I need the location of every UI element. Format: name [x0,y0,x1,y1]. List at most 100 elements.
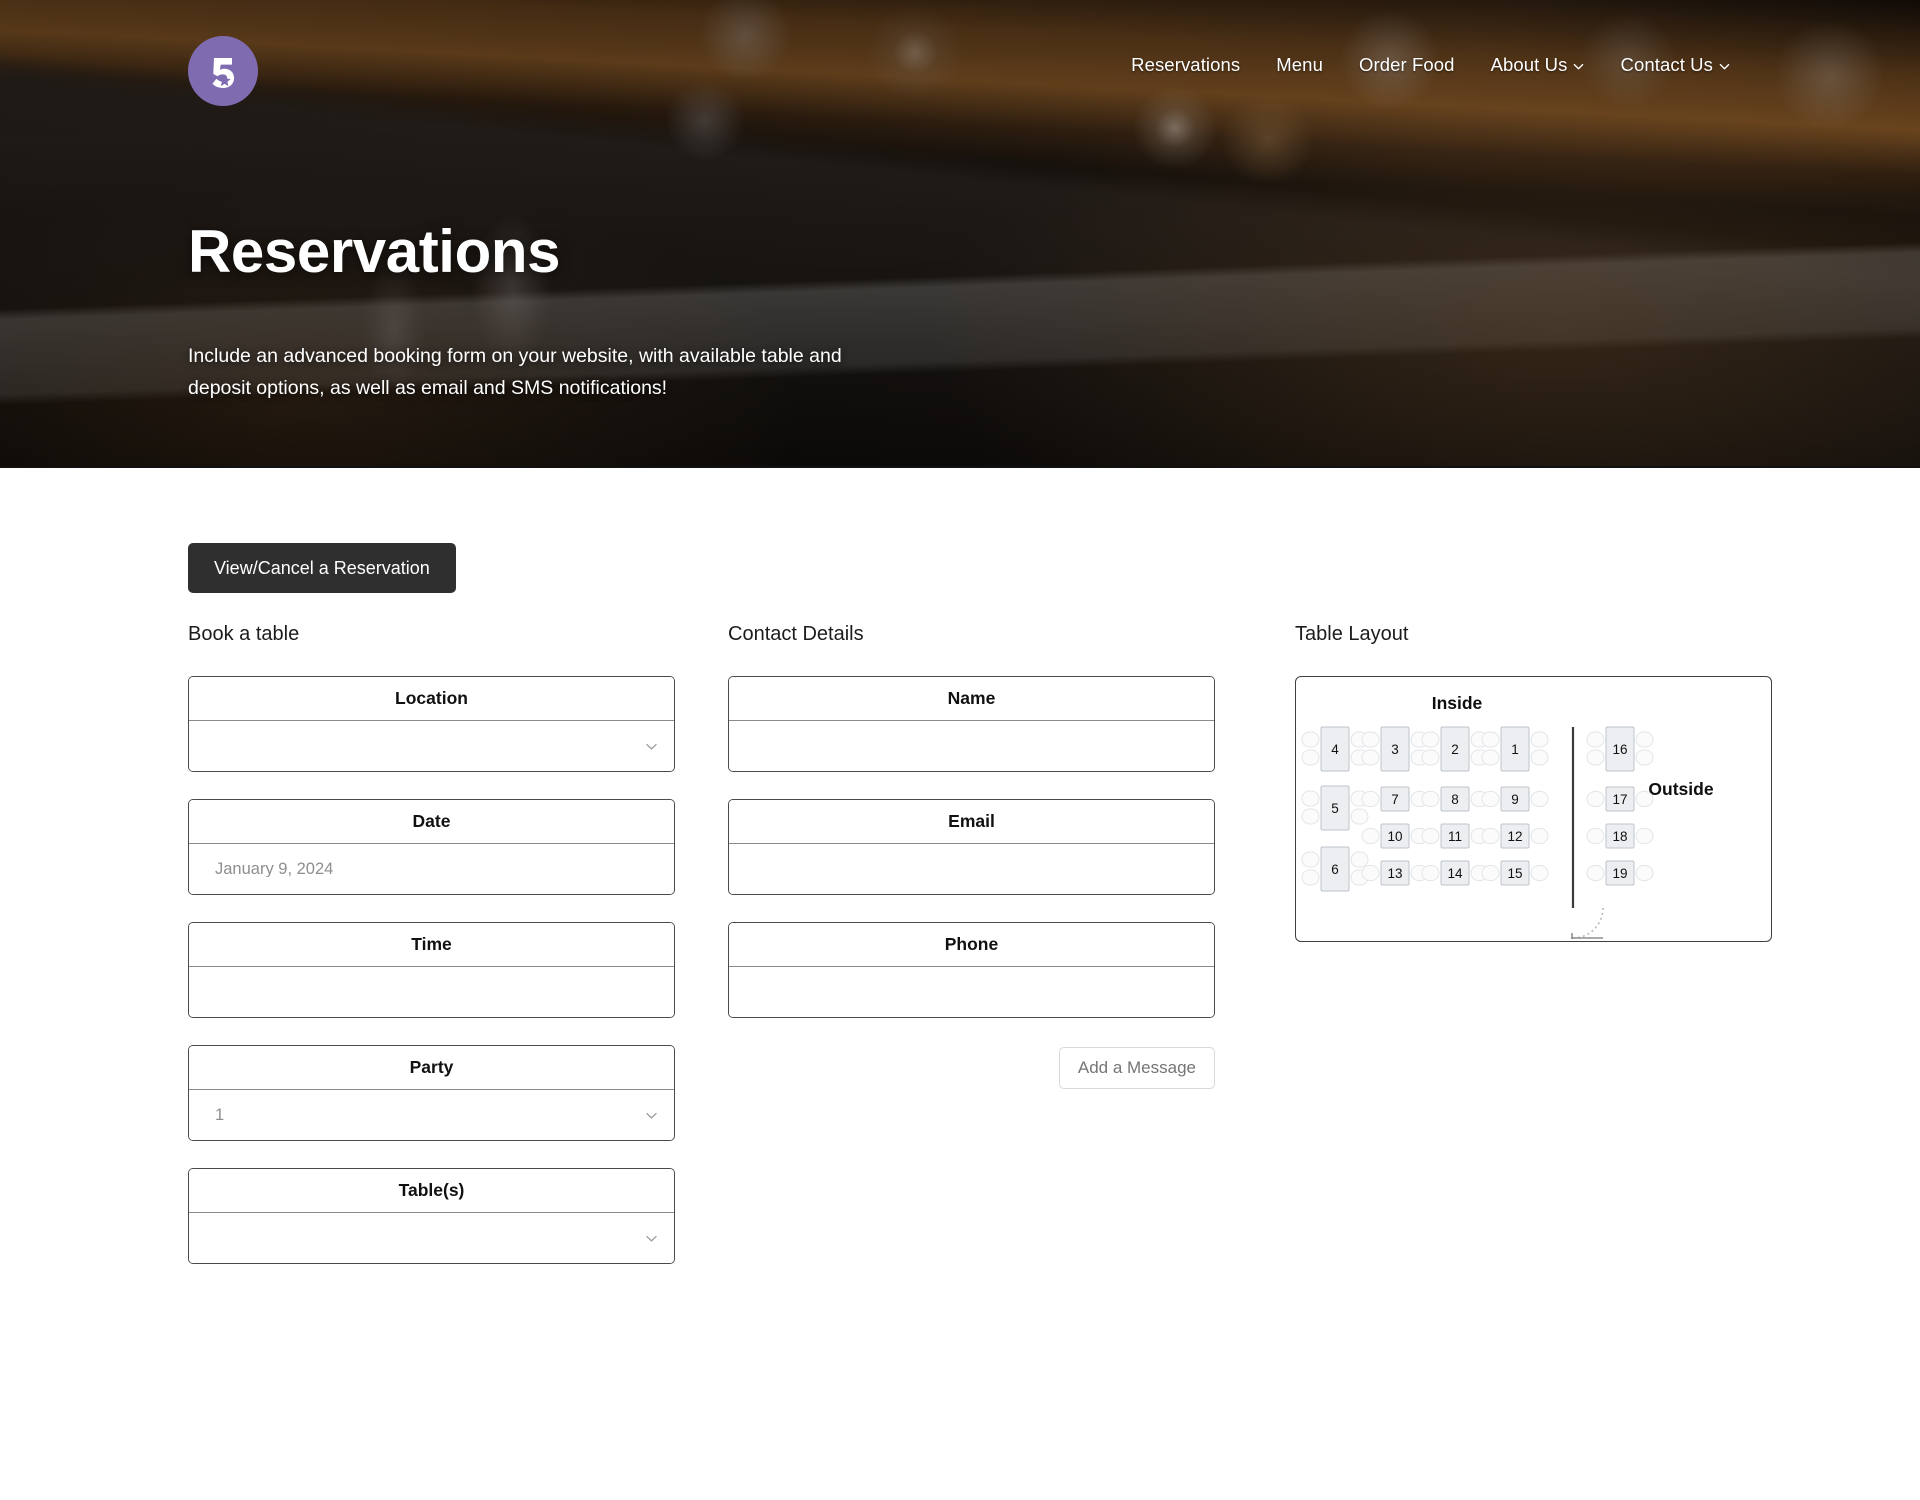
table-17[interactable]: 17 [1586,786,1654,812]
chair-left-1 [1301,790,1320,807]
table-number: 13 [1387,866,1402,881]
chevron-down-icon [645,740,658,753]
table-4[interactable]: 4 [1301,726,1369,772]
chair-left-1 [1301,731,1320,748]
nav-item-contact-us[interactable]: Contact Us [1620,54,1730,75]
table-number: 16 [1612,742,1627,757]
chevron-down-icon [1573,61,1584,72]
table-2[interactable]: 2 [1421,726,1489,772]
chair-left-1 [1586,791,1605,807]
chair-right-2 [1530,749,1549,766]
table-14[interactable]: 14 [1421,860,1489,886]
table-6[interactable]: 6 [1301,846,1369,892]
time-input-row[interactable] [189,967,674,1017]
hero-subtitle: Include an advanced booking form on your… [188,344,842,399]
table-1[interactable]: 1 [1481,726,1549,772]
table-13[interactable]: 13 [1361,860,1429,886]
nav-label: Menu [1276,54,1323,75]
chair-right-1 [1530,828,1549,844]
location-select[interactable] [189,721,674,771]
zone-label-inside: Inside [1432,693,1483,713]
chair-left-2 [1481,749,1500,766]
table-18[interactable]: 18 [1586,823,1654,849]
chair-right-2 [1350,808,1369,825]
chair-left-1 [1361,791,1380,807]
primary-navigation[interactable]: Reservations Menu Order Food About Us Co… [1131,54,1730,75]
field-name[interactable]: Name [728,676,1215,772]
contact-details-column: Contact Details Name Email Phone Add a M… [728,468,1215,1089]
chair-right-1 [1530,731,1549,748]
field-date[interactable]: Date January 9, 2024 [188,799,675,895]
nav-item-order-food[interactable]: Order Food [1359,55,1455,75]
chair-left-1 [1421,731,1440,748]
table-number: 9 [1511,792,1519,807]
table-number: 3 [1391,742,1399,757]
table-number: 19 [1612,866,1627,881]
table-number: 6 [1331,862,1339,877]
table-7[interactable]: 7 [1361,786,1429,812]
chair-left-1 [1361,828,1380,844]
table-layout-diagram[interactable]: Inside Outside 4 3 2 1 16 5 7 8 9 17 10 11 12 18 6 13 14 15… [1295,676,1772,942]
table-12[interactable]: 12 [1481,823,1549,849]
table-3[interactable]: 3 [1361,726,1429,772]
chair-left-2 [1421,749,1440,766]
chair-right-1 [1635,731,1654,748]
chair-left-1 [1301,851,1320,868]
email-input-row[interactable] [729,844,1214,894]
table-10[interactable]: 10 [1361,823,1429,849]
chevron-down-icon [1719,61,1730,72]
table-number: 12 [1507,829,1522,844]
field-location[interactable]: Location [188,676,675,772]
table-number: 2 [1451,742,1459,757]
field-label: Name [729,677,1214,721]
field-label: Table(s) [189,1169,674,1213]
tables-select[interactable] [189,1213,674,1263]
table-19[interactable]: 19 [1586,860,1654,886]
table-number: 14 [1447,866,1463,881]
table-number: 8 [1451,792,1459,807]
chair-left-1 [1481,791,1500,807]
add-a-message-button[interactable]: Add a Message [1058,1047,1215,1089]
field-email[interactable]: Email [728,799,1215,895]
chair-right-1 [1635,791,1654,807]
chair-right-1 [1350,851,1369,868]
nav-item-about-us[interactable]: About Us [1490,54,1585,75]
name-input-row[interactable] [729,721,1214,771]
nav-item-menu[interactable]: Menu [1276,54,1323,75]
field-label: Time [189,923,674,967]
chair-left-1 [1586,828,1605,844]
table-16[interactable]: 16 [1586,726,1654,772]
field-party[interactable]: Party 1 [188,1045,675,1141]
table-15[interactable]: 15 [1481,860,1549,886]
chair-right-1 [1635,865,1654,881]
chair-left-2 [1301,749,1320,766]
table-9[interactable]: 9 [1481,786,1549,812]
field-tables[interactable]: Table(s) [188,1168,675,1264]
party-select[interactable]: 1 [189,1090,674,1140]
table-number: 11 [1448,829,1462,844]
table-8[interactable]: 8 [1421,786,1489,812]
book-a-table-heading: Book a table [188,623,300,645]
site-logo[interactable] [188,36,258,106]
chair-left-1 [1481,731,1500,748]
field-label: Party [189,1046,674,1090]
chevron-down-icon [645,1109,658,1122]
field-phone[interactable]: Phone [728,922,1215,1018]
chair-right-1 [1530,865,1549,881]
chair-left-1 [1481,828,1500,844]
field-label: Location [189,677,674,721]
date-input-row[interactable]: January 9, 2024 [189,844,674,894]
phone-input-row[interactable] [729,967,1214,1017]
field-time[interactable]: Time [188,922,675,1018]
number-five-star-logo-icon [201,49,245,93]
nav-label: About Us [1490,54,1568,75]
nav-item-reservations[interactable]: Reservations [1131,55,1240,75]
nav-label: Contact Us [1620,54,1713,75]
table-11[interactable]: 11 [1421,823,1489,849]
chair-left-1 [1421,865,1440,881]
table-number: 15 [1507,866,1522,881]
table-5[interactable]: 5 [1301,785,1369,831]
chair-right-1 [1530,791,1549,807]
table-number: 4 [1331,742,1339,757]
field-label: Phone [729,923,1214,967]
